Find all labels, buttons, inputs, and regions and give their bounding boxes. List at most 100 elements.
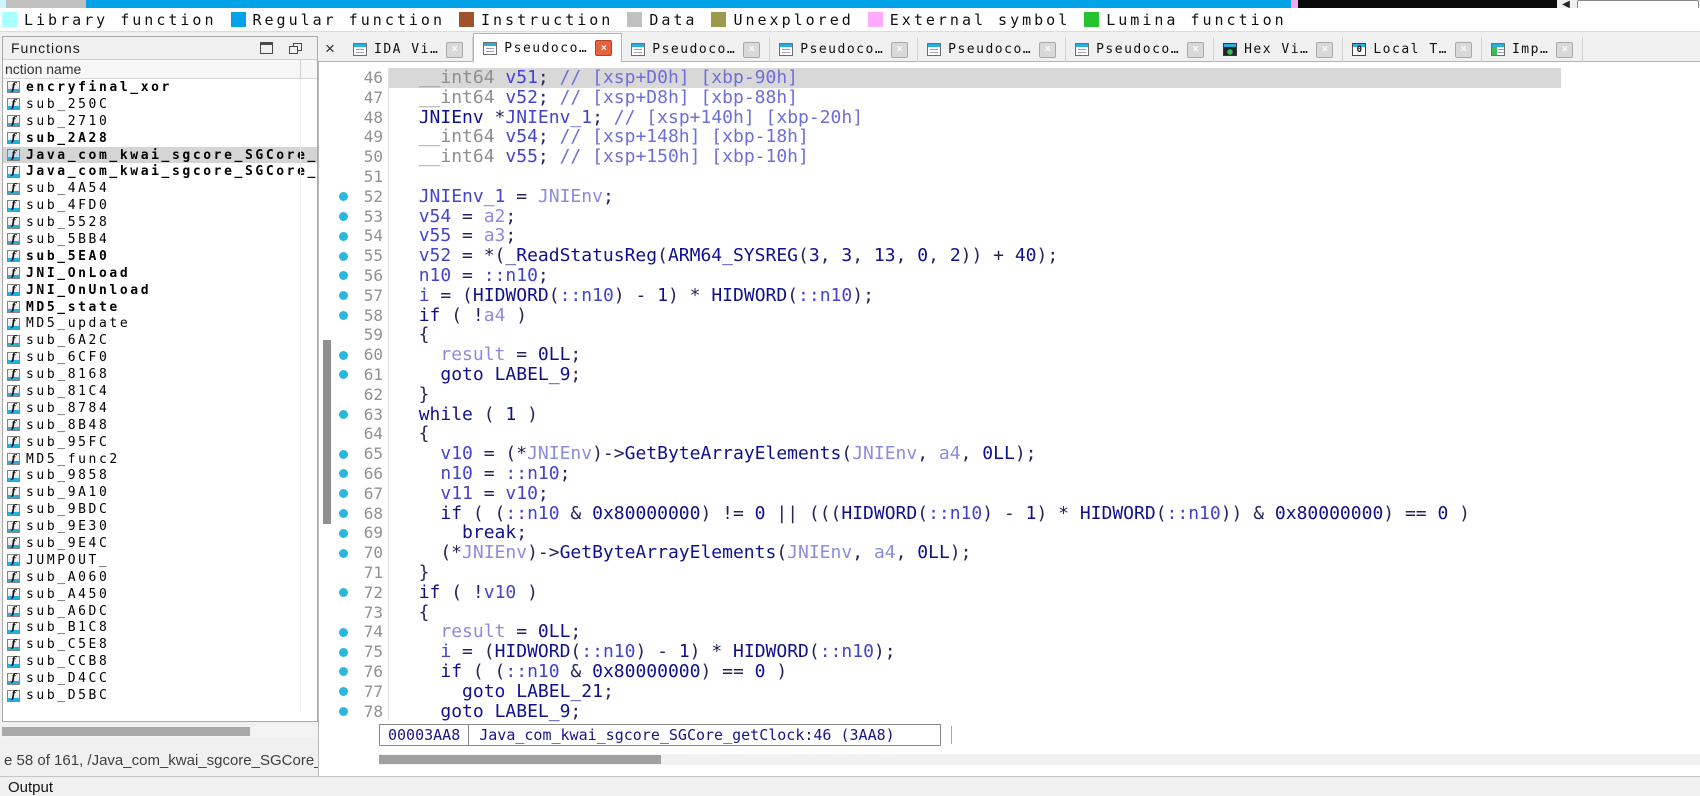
scrollbar-thumb[interactable] xyxy=(2,727,250,736)
function-row[interactable]: f sub_2A28 xyxy=(3,130,317,147)
function-row[interactable]: f sub_A450 xyxy=(3,586,317,603)
scrollbar-thumb[interactable] xyxy=(379,755,661,764)
float-windows-icon[interactable] xyxy=(289,43,302,54)
function-row[interactable]: f sub_B1C8 xyxy=(3,620,317,637)
code-line[interactable]: 46 __int64 v51; // [xsp+D0h] [xbp-90h] xyxy=(333,68,1700,88)
function-row[interactable]: f MD5_update xyxy=(3,315,317,332)
tab-close-icon[interactable]: × xyxy=(595,40,613,56)
code-line[interactable]: 59 { xyxy=(333,325,1700,346)
code-line[interactable]: 66 n10 = ::n10; xyxy=(333,464,1700,484)
tab-pseudoco-[interactable]: Pseudoco… × xyxy=(1066,37,1215,62)
code-text: goto LABEL_21; xyxy=(388,681,614,702)
code-line[interactable]: 52 JNIEnv_1 = JNIEnv; xyxy=(333,186,1700,207)
function-row[interactable]: f sub_CCB8 xyxy=(3,653,317,670)
function-row[interactable]: f sub_4FD0 xyxy=(3,197,317,214)
code-line[interactable]: 77 goto LABEL_21; xyxy=(333,681,1700,702)
code-line[interactable]: 74 result = 0LL; xyxy=(333,622,1700,643)
code-line[interactable]: 56 n10 = ::n10; xyxy=(333,266,1700,286)
tab-close-icon[interactable]: × xyxy=(1454,41,1472,58)
tab-close-icon[interactable]: × xyxy=(446,41,464,58)
code-line[interactable]: 50 __int64 v55; // [xsp+150h] [xbp-10h] xyxy=(333,147,1700,167)
tab-pseudoco-[interactable]: Pseudoco… × xyxy=(473,33,623,63)
tab-close-icon[interactable]: × xyxy=(1187,41,1205,58)
functions-hscrollbar[interactable] xyxy=(2,726,318,737)
code-line[interactable]: 61 goto LABEL_9; xyxy=(333,365,1700,385)
function-row[interactable]: f sub_C5E8 xyxy=(3,636,317,653)
code-hscrollbar[interactable] xyxy=(379,754,1700,765)
code-line[interactable]: 63 while ( 1 ) xyxy=(333,404,1700,425)
tab-close-icon[interactable]: × xyxy=(891,41,909,58)
function-row[interactable]: f sub_81C4 xyxy=(3,383,317,400)
code-line[interactable]: 68 if ( (::n10 & 0x80000000) != 0 || (((… xyxy=(333,503,1700,524)
code-line[interactable]: 71 } xyxy=(333,563,1700,583)
code-line[interactable]: 78 goto LABEL_9; xyxy=(333,701,1700,722)
code-line[interactable]: 58 if ( !a4 ) xyxy=(333,305,1700,326)
function-row[interactable]: f sub_9BDC xyxy=(3,501,317,518)
function-row[interactable]: f sub_A060 xyxy=(3,569,317,586)
navigation-band[interactable] xyxy=(0,0,1700,8)
function-row[interactable]: f MD5_func2 xyxy=(3,451,317,468)
function-row[interactable]: f MD5_state xyxy=(3,299,317,316)
tab-imp-[interactable]: Imp… × xyxy=(1482,37,1584,62)
function-row[interactable]: f encryfinal_xor xyxy=(3,79,317,96)
function-row[interactable]: f sub_8784 xyxy=(3,400,317,417)
code-line[interactable]: 70 (*JNIEnv)->GetByteArrayElements(JNIEn… xyxy=(333,543,1700,563)
code-line[interactable]: 65 v10 = (*JNIEnv)->GetByteArrayElements… xyxy=(333,444,1700,464)
function-row[interactable]: f sub_2710 xyxy=(3,113,317,130)
function-row[interactable]: f sub_D4CC xyxy=(3,670,317,687)
tab-ida-vi-[interactable]: IDA Vi… × xyxy=(344,37,474,62)
function-row[interactable]: f sub_A6DC xyxy=(3,603,317,620)
function-name: sub_A450 xyxy=(26,586,110,602)
code-line[interactable]: 51 xyxy=(333,166,1700,187)
code-line[interactable]: 62 } xyxy=(333,384,1700,405)
function-row[interactable]: f JUMPOUT_ xyxy=(3,552,317,569)
function-row[interactable]: f sub_6A2C xyxy=(3,332,317,349)
tab-close-icon[interactable]: × xyxy=(743,41,761,58)
code-line[interactable]: 64 { xyxy=(333,424,1700,445)
code-line[interactable]: 73 { xyxy=(333,602,1700,623)
function-row[interactable]: f sub_8168 xyxy=(3,366,317,383)
code-line[interactable]: 47 __int64 v52; // [xsp+D8h] [xbp-88h] xyxy=(333,87,1700,108)
code-line[interactable]: 53 v54 = a2; xyxy=(333,206,1700,227)
function-row[interactable]: f Java_com_kwai_sgcore_SGCore_getM xyxy=(3,163,317,180)
function-row[interactable]: f sub_5528 xyxy=(3,214,317,231)
function-row[interactable]: f sub_D5BC xyxy=(3,687,317,704)
function-row[interactable]: f sub_4A54 xyxy=(3,180,317,197)
pane-close-button[interactable]: × xyxy=(321,40,339,58)
tab-pseudoco-[interactable]: Pseudoco… × xyxy=(918,37,1067,62)
tab-pseudoco-[interactable]: Pseudoco… × xyxy=(622,37,771,62)
scrollbar-thumb[interactable] xyxy=(323,340,331,524)
code-line[interactable]: 69 break; xyxy=(333,523,1700,544)
tab-close-icon[interactable]: × xyxy=(1039,41,1057,58)
tab-close-icon[interactable]: × xyxy=(1556,41,1574,58)
function-name-column-header[interactable]: nction name xyxy=(3,60,317,79)
tab-hex-vi-[interactable]: Hex Vi… × xyxy=(1214,37,1344,62)
tab-pseudoco-[interactable]: Pseudoco… × xyxy=(770,37,919,62)
function-row[interactable]: f sub_9E4C xyxy=(3,535,317,552)
code-line[interactable]: 67 v11 = v10; xyxy=(333,483,1700,504)
code-line[interactable]: 60 result = 0LL; xyxy=(333,345,1700,365)
function-row[interactable]: f JNI_OnLoad xyxy=(3,265,317,282)
code-line[interactable]: 55 v52 = *(_ReadStatusReg(ARM64_SYSREG(3… xyxy=(333,246,1700,266)
function-row[interactable]: f sub_9858 xyxy=(3,467,317,484)
code-line[interactable]: 54 v55 = a3; xyxy=(333,226,1700,247)
function-row[interactable]: f sub_5BB4 xyxy=(3,231,317,248)
tab-close-icon[interactable]: × xyxy=(1316,41,1334,58)
code-line[interactable]: 76 if ( (::n10 & 0x80000000) == 0 ) xyxy=(333,662,1700,682)
code-line[interactable]: 57 i = (HIDWORD(::n10) - 1) * HIDWORD(::… xyxy=(333,285,1700,306)
function-row[interactable]: f sub_8B48 xyxy=(3,417,317,434)
code-line[interactable]: 75 i = (HIDWORD(::n10) - 1) * HIDWORD(::… xyxy=(333,642,1700,662)
tab-local-t-[interactable]: 0 Local T… × xyxy=(1343,37,1482,62)
maximize-icon[interactable] xyxy=(260,42,273,54)
code-line[interactable]: 49 __int64 v54; // [xsp+148h] [xbp-18h] xyxy=(333,127,1700,148)
function-row[interactable]: f Java_com_kwai_sgcore_SGCore_getC xyxy=(3,146,317,164)
function-row[interactable]: f sub_9A10 xyxy=(3,484,317,501)
function-row[interactable]: f sub_5EA0 xyxy=(3,248,317,265)
function-row[interactable]: f sub_6CF0 xyxy=(3,349,317,366)
function-row[interactable]: f sub_9E30 xyxy=(3,518,317,535)
code-line[interactable]: 72 if ( !v10 ) xyxy=(333,582,1700,603)
function-row[interactable]: f sub_250C xyxy=(3,96,317,113)
function-row[interactable]: f JNI_OnUnload xyxy=(3,282,317,299)
code-line[interactable]: 48 JNIEnv *JNIEnv_1; // [xsp+140h] [xbp-… xyxy=(333,107,1700,128)
function-row[interactable]: f sub_95FC xyxy=(3,434,317,451)
